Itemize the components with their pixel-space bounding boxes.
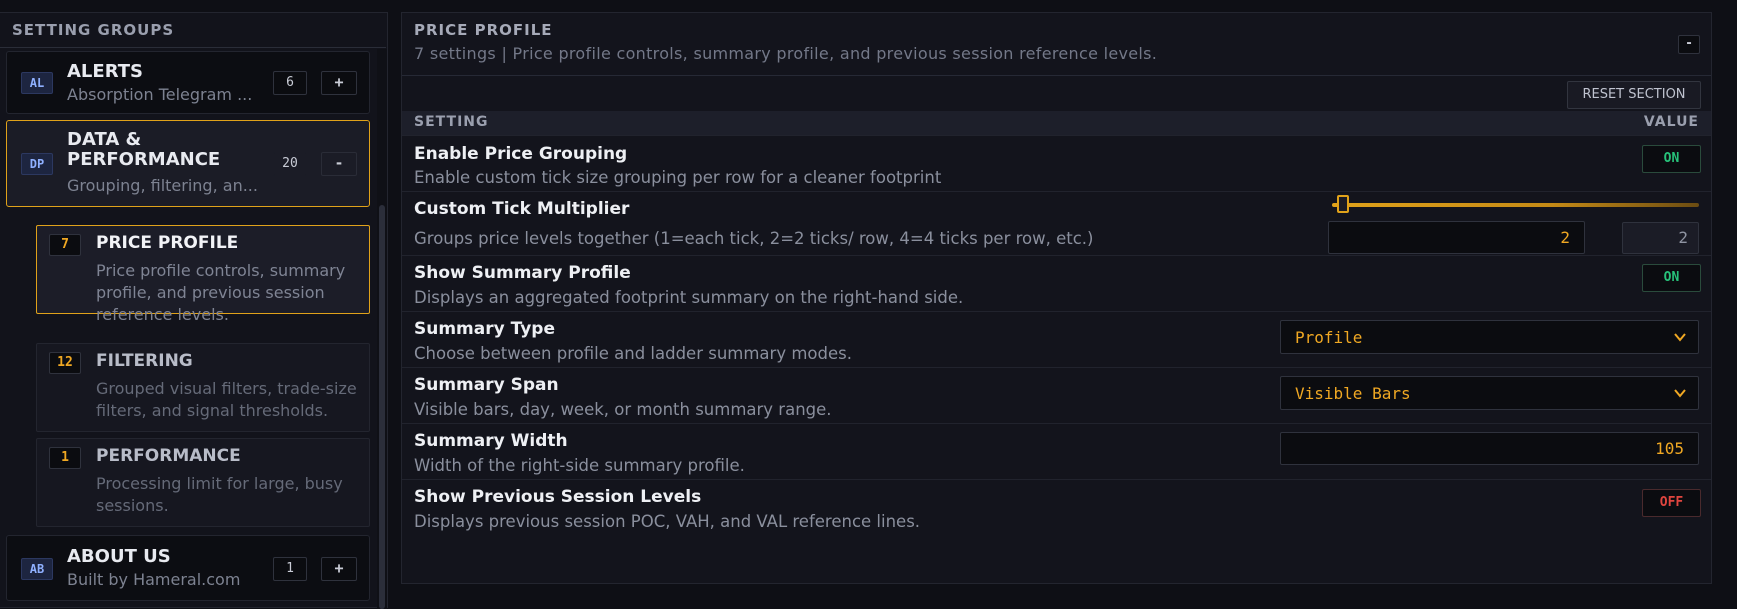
setting-row-enable-price-grouping: Enable Price Grouping Enable custom tick… [402,135,1711,191]
section-collapse-button[interactable]: - [1678,35,1700,54]
subgroup-count: 7 [49,234,81,256]
section-panel: PRICE PROFILE 7 settings | Price profile… [401,12,1712,584]
subgroup-performance[interactable]: 1 PERFORMANCE Processing limit for large… [36,438,370,527]
subgroup-title: FILTERING [96,351,193,371]
section-subtitle: 7 settings | Price profile controls, sum… [414,44,1158,63]
summary-type-select[interactable]: Profile [1280,320,1699,354]
setting-row-show-summary-profile: Show Summary Profile Displays an aggrega… [402,255,1711,311]
scrollbar-thumb[interactable] [379,205,385,609]
subgroup-count: 1 [49,447,81,469]
setting-description: Displays previous session POC, VAH, and … [414,512,921,531]
subgroup-description: Processing limit for large, busy session… [96,474,343,515]
chevron-down-icon [1674,333,1686,342]
tick-multiplier-slider-track[interactable] [1332,203,1699,207]
setting-description: Groups price levels together (1=each tic… [414,229,1094,248]
group-alerts[interactable]: AL ALERTS Absorption Telegram ... 6 + [6,51,370,114]
group-count: 1 [273,557,307,581]
tick-multiplier-readout: 2 [1622,222,1699,254]
setting-description: Enable custom tick size grouping per row… [414,168,942,187]
summary-span-value: Visible Bars [1295,384,1411,403]
group-code-badge: AB [21,558,53,580]
show-previous-session-levels-toggle[interactable]: OFF [1642,489,1701,517]
setting-name: Summary Width [414,431,568,451]
show-summary-profile-toggle[interactable]: ON [1642,264,1701,292]
summary-span-select[interactable]: Visible Bars [1280,376,1699,410]
tick-multiplier-slider-thumb[interactable] [1337,195,1349,213]
section-title: PRICE PROFILE [414,21,553,39]
setting-row-summary-type: Summary Type Choose between profile and … [402,311,1711,367]
setting-name: Show Previous Session Levels [414,487,702,507]
setting-groups-panel: SETTING GROUPS AL ALERTS Absorption Tele… [0,12,388,609]
setting-groups-header: SETTING GROUPS [12,21,175,39]
subgroup-description: Price profile controls, summary profile,… [96,261,346,324]
group-title: ABOUT US [67,546,171,567]
group-count: 6 [273,71,307,95]
divider [402,75,1711,76]
setting-row-show-previous-session-levels: Show Previous Session Levels Displays pr… [402,479,1711,535]
setting-name: Summary Type [414,319,555,339]
group-count: 20 [273,152,307,176]
group-code-badge: AL [21,72,53,94]
group-data-performance[interactable]: DP DATA & PERFORMANCE Grouping, filterin… [6,120,370,207]
group-title-line1: DATA & [67,129,142,150]
group-description: Absorption Telegram ... [67,85,253,104]
group-description: Grouping, filtering, an... [67,176,258,195]
setting-name: Show Summary Profile [414,263,631,283]
group-about-us[interactable]: AB ABOUT US Built by Hameral.com 1 + [6,535,370,601]
setting-description: Displays an aggregated footprint summary… [414,288,964,307]
expand-button[interactable]: + [321,557,357,581]
column-header-value: VALUE [1643,114,1699,130]
divider [0,47,386,48]
subgroup-description: Grouped visual filters, trade-size filte… [96,379,357,420]
setting-description: Width of the right-side summary profile. [414,456,745,475]
enable-price-grouping-toggle[interactable]: ON [1642,145,1701,173]
group-description: Built by Hameral.com [67,570,241,589]
setting-row-summary-width: Summary Width Width of the right-side su… [402,423,1711,479]
subgroup-filtering[interactable]: 12 FILTERING Grouped visual filters, tra… [36,343,370,432]
chevron-down-icon [1674,389,1686,398]
collapse-button[interactable]: - [321,152,357,176]
group-code-badge: DP [21,153,53,175]
subgroup-title: PERFORMANCE [96,446,241,466]
expand-button[interactable]: + [321,71,357,95]
setting-name: Summary Span [414,375,559,395]
setting-name: Custom Tick Multiplier [414,199,630,219]
setting-name: Enable Price Grouping [414,144,628,164]
setting-description: Choose between profile and ladder summar… [414,344,852,363]
column-header-setting: SETTING [414,114,489,130]
subgroup-title: PRICE PROFILE [96,233,239,253]
summary-type-value: Profile [1295,328,1363,347]
group-title-line2: PERFORMANCE [67,149,221,170]
subgroup-price-profile[interactable]: 7 PRICE PROFILE Price profile controls, … [36,225,370,324]
subgroup-count: 12 [49,352,81,374]
setting-description: Visible bars, day, week, or month summar… [414,400,832,419]
setting-row-summary-span: Summary Span Visible bars, day, week, or… [402,367,1711,423]
column-header: SETTING VALUE [402,111,1711,135]
tick-multiplier-input[interactable]: 2 [1328,221,1585,254]
group-title: ALERTS [67,61,143,82]
summary-width-input[interactable]: 105 [1280,432,1699,465]
reset-section-button[interactable]: RESET SECTION [1567,81,1701,109]
setting-row-custom-tick-multiplier: Custom Tick Multiplier Groups price leve… [402,191,1711,255]
